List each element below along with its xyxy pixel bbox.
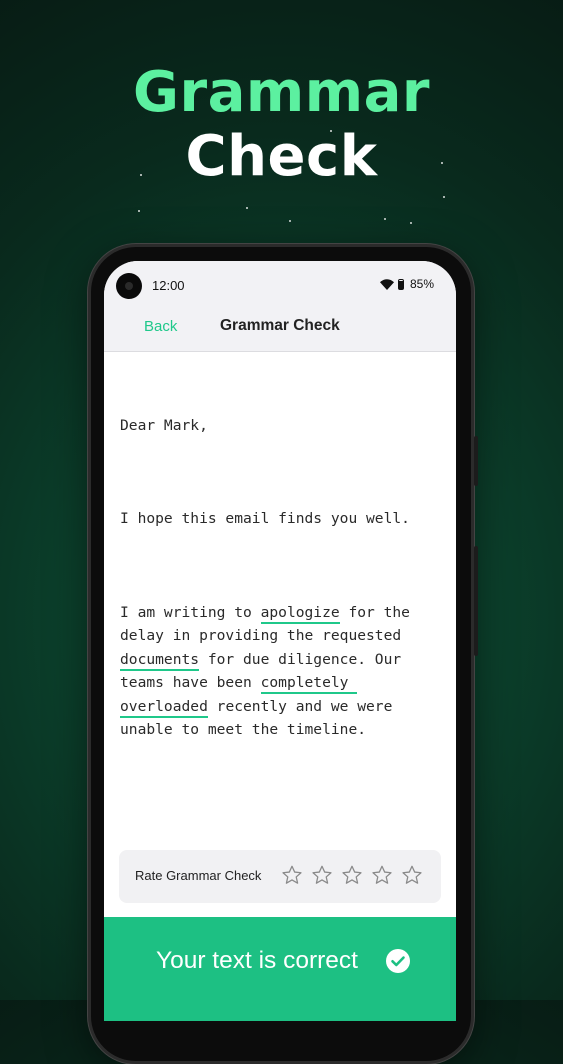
rating-label: Rate Grammar Check (135, 868, 262, 883)
status-right-group: 85% (379, 277, 434, 291)
highlighted-word[interactable]: documents (120, 650, 200, 671)
text-segment: I am writing to (120, 604, 261, 622)
star-outline-icon[interactable] (371, 864, 393, 886)
background-star (138, 210, 140, 212)
document-line: I hope this email finds you well. (120, 510, 410, 528)
rating-card: Rate Grammar Check (119, 850, 441, 903)
status-bar: 12:00 85% (104, 261, 456, 311)
star-outline-icon[interactable] (281, 864, 303, 886)
background-star (289, 220, 291, 222)
wifi-icon (379, 278, 394, 290)
phone-volume-button (474, 436, 478, 486)
highlighted-word[interactable]: apologize (260, 604, 340, 625)
star-outline-icon[interactable] (341, 864, 363, 886)
battery-icon (397, 278, 404, 290)
phone-screen: 12:00 85% Back Grammar Check Dear Mark, … (104, 261, 456, 1021)
background-star (246, 207, 248, 209)
result-banner: Your text is correct (104, 917, 456, 1021)
navigation-bar: Back Grammar Check (104, 311, 456, 352)
hero-title-line2: Check (185, 124, 378, 189)
camera-icon (116, 273, 142, 299)
phone-power-button (474, 546, 478, 656)
document-paragraph: I am writing to apologize for the delay … (120, 601, 440, 741)
background-star (443, 196, 445, 198)
back-button[interactable]: Back (144, 318, 177, 335)
star-outline-icon[interactable] (311, 864, 333, 886)
rating-stars (281, 864, 423, 886)
result-text: Your text is correct (156, 947, 358, 974)
status-time: 12:00 (152, 278, 185, 293)
check-circle-icon (386, 949, 410, 973)
document-greeting: Dear Mark, (120, 416, 208, 434)
background-star (410, 222, 412, 224)
page-title: Grammar Check (220, 317, 340, 334)
document-text-area[interactable]: Dear Mark, I hope this email finds you w… (120, 367, 440, 812)
background-star (384, 218, 386, 220)
star-outline-icon[interactable] (401, 864, 423, 886)
hero-title-line1: Grammar (133, 60, 430, 125)
battery-percent: 85% (409, 277, 434, 291)
